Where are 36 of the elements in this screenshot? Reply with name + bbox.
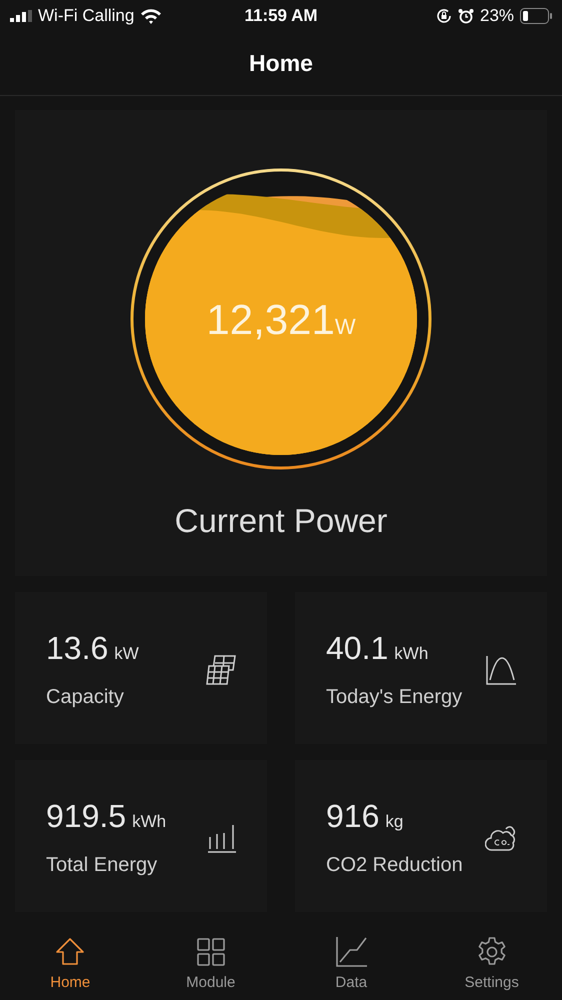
battery-percent-text: 23% [480,5,514,28]
bell-curve-icon [485,654,517,686]
stat-label: CO2 Reduction [326,853,464,878]
stat-value: 13.6 [46,629,108,668]
stat-label: Today's Energy [326,685,464,710]
wifi-icon [140,8,162,24]
tab-button[interactable]: Home [0,936,140,1000]
stat-value: 919.5 [46,797,126,836]
co2-cloud-icon [485,823,517,853]
stat-unit: kWh [132,811,166,833]
home-icon [54,936,86,968]
grid-icon [194,936,227,968]
settings-icon [476,936,508,968]
stat-label: Total Energy [46,853,158,878]
power-value: 12,321 [206,294,335,344]
alarm-icon [458,8,474,24]
stat-value: 916 [326,797,380,836]
bar-chart-icon [207,823,237,853]
tab-button[interactable]: Data [281,936,422,1000]
line-chart-icon [335,936,368,968]
power-label: Current Power [174,501,388,541]
screen-title: Home [249,49,313,78]
solar-panel-icon [205,654,237,686]
rotation-lock-icon [436,8,452,24]
carrier-text: Wi-Fi Calling [38,5,134,28]
stat-label: Capacity [46,685,125,710]
stat-unit: kg [385,811,404,833]
stat-value: 40.1 [326,629,388,668]
stat-unit: kW [114,643,139,665]
clock-text: 11:59 AM [244,5,318,28]
tab-button[interactable]: Module [140,936,281,1000]
tab-button[interactable]: Settings [422,936,562,1000]
signal-icon [10,10,32,22]
battery-icon [520,8,552,24]
power-unit: W [334,312,356,340]
stat-unit: kWh [394,643,428,665]
